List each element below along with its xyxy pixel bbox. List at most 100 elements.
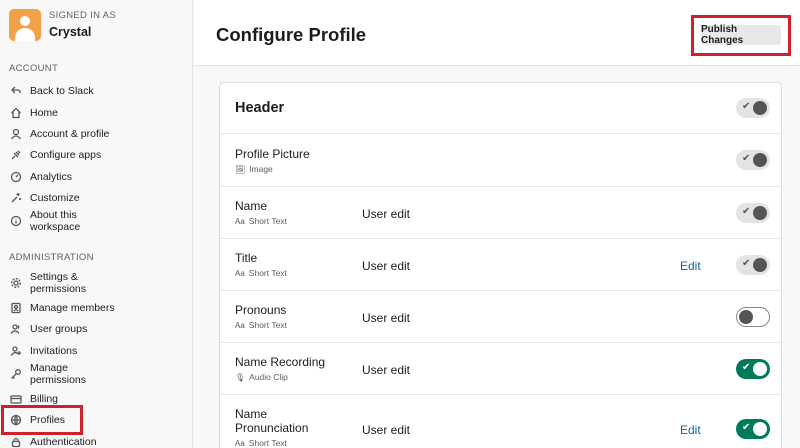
back-arrow-icon — [9, 84, 23, 98]
edit-field-link[interactable]: Edit — [680, 259, 701, 273]
field-type-label: Short Text — [248, 268, 287, 278]
field-toggle[interactable]: ✔ — [736, 359, 770, 379]
profiles-highlight-box — [1, 405, 83, 435]
user-name: Crystal — [49, 25, 92, 39]
account-section-title: ACCOUNT — [9, 63, 59, 74]
person-icon — [9, 127, 23, 141]
sidebar-item-label: Billing — [30, 393, 59, 405]
sidebar-item-invitations[interactable]: Invitations — [9, 344, 185, 358]
field-edit-mode: User edit — [362, 311, 411, 325]
sidebar-item-authentication[interactable]: Authentication — [9, 435, 185, 448]
field-row: Title Aa Short Text User edit Edit ✔ — [220, 239, 781, 291]
field-toggle[interactable]: ✔ — [736, 255, 770, 275]
check-icon: ✔ — [742, 206, 751, 217]
profile-fields-card: Header ✔ Profile Picture 🖼 Image ✔ Name … — [219, 82, 782, 448]
field-title: Name Pronunciation — [235, 407, 309, 435]
sidebar-item-label: Manage permissions — [30, 362, 87, 386]
gear-icon — [9, 276, 23, 290]
field-type-label: Image — [249, 164, 273, 174]
field-row: Pronouns Aa Short Text User edit — [220, 291, 781, 343]
sidebar: SIGNED IN AS Crystal ACCOUNT Back to Sla… — [0, 0, 193, 448]
sidebar-item-label: Analytics — [30, 171, 73, 183]
field-edit-mode: User edit — [362, 207, 411, 221]
edit-field-link[interactable]: Edit — [680, 423, 701, 437]
info-icon — [9, 214, 23, 228]
field-toggle[interactable] — [736, 307, 770, 327]
sidebar-item-settings-permissions[interactable]: Settings & permissions — [9, 271, 185, 295]
group-icon — [9, 322, 23, 336]
sidebar-item-label: About this workspace — [30, 209, 81, 233]
section-title: Header — [235, 100, 285, 116]
field-row: Name Pronunciation Aa Short Text User ed… — [220, 395, 781, 448]
user-info: SIGNED IN AS Crystal — [9, 9, 116, 41]
sidebar-item-about-workspace[interactable]: About this workspace — [9, 209, 185, 233]
sidebar-item-back-to-slack[interactable]: Back to Slack — [9, 84, 185, 98]
field-toggle[interactable]: ✔ — [736, 203, 770, 223]
main-content: Configure Profile Publish Changes Header… — [194, 0, 800, 448]
publish-highlight-box — [691, 15, 791, 56]
sidebar-item-label: Authentication — [30, 436, 97, 448]
field-type: Aa Short Text — [235, 268, 287, 278]
check-icon: ✔ — [742, 101, 751, 112]
text-aa-icon: Aa — [235, 268, 245, 278]
add-person-icon — [9, 344, 23, 358]
home-icon — [9, 106, 23, 120]
sidebar-item-account-profile[interactable]: Account & profile — [9, 127, 185, 141]
field-type-label: Short Text — [248, 216, 287, 226]
section-header-row: Header ✔ — [220, 83, 781, 134]
field-type-label: Short Text — [248, 438, 287, 448]
field-type: 🖼 Image — [235, 164, 273, 174]
field-type: Aa Short Text — [235, 438, 287, 448]
sidebar-item-label: Settings & permissions — [30, 271, 87, 295]
text-aa-icon: Aa — [235, 216, 245, 226]
field-row: Name Recording 🎙 Audio Clip User edit ✔ — [220, 343, 781, 395]
text-aa-icon: Aa — [235, 320, 245, 330]
administration-section-title: ADMINISTRATION — [9, 252, 94, 263]
sidebar-item-label: Back to Slack — [30, 85, 94, 97]
field-row: Profile Picture 🖼 Image ✔ — [220, 134, 781, 187]
sidebar-item-label: Home — [30, 107, 59, 119]
sparkle-icon — [9, 191, 23, 205]
top-bar: Configure Profile Publish Changes — [194, 0, 800, 66]
sidebar-item-home[interactable]: Home — [9, 106, 185, 120]
lock-icon — [9, 435, 23, 448]
field-edit-mode: User edit — [362, 423, 411, 437]
sidebar-item-configure-apps[interactable]: Configure apps — [9, 148, 185, 162]
image-icon: 🖼 — [235, 164, 246, 174]
field-title: Name Recording — [235, 355, 326, 369]
field-title: Profile Picture — [235, 147, 310, 161]
field-title: Title — [235, 251, 258, 265]
signed-in-label: SIGNED IN AS — [49, 10, 116, 21]
field-title: Name — [235, 199, 268, 213]
field-type-label: Short Text — [248, 320, 287, 330]
sidebar-item-manage-members[interactable]: Manage members — [9, 301, 185, 315]
sidebar-item-billing[interactable]: Billing — [9, 392, 185, 406]
text-aa-icon: Aa — [235, 438, 245, 448]
field-toggle[interactable]: ✔ — [736, 150, 770, 170]
member-list-icon — [9, 301, 23, 315]
section-toggle[interactable]: ✔ — [736, 98, 770, 118]
sidebar-item-label: Invitations — [30, 345, 78, 357]
sidebar-item-label: Configure apps — [30, 149, 102, 161]
sidebar-item-label: Account & profile — [30, 128, 110, 140]
sidebar-item-manage-permissions[interactable]: Manage permissions — [9, 362, 185, 386]
gauge-icon — [9, 170, 23, 184]
check-icon: ✔ — [742, 362, 751, 373]
check-icon: ✔ — [742, 422, 751, 433]
page-title: Configure Profile — [216, 24, 367, 45]
sidebar-item-customize[interactable]: Customize — [9, 191, 185, 205]
check-icon: ✔ — [742, 258, 751, 269]
sidebar-item-label: User groups — [30, 323, 88, 335]
field-title: Pronouns — [235, 303, 287, 317]
field-edit-mode: User edit — [362, 363, 411, 377]
card-icon — [9, 392, 23, 406]
sidebar-item-analytics[interactable]: Analytics — [9, 170, 185, 184]
avatar[interactable] — [9, 9, 41, 41]
field-edit-mode: User edit — [362, 259, 411, 273]
field-toggle[interactable]: ✔ — [736, 419, 770, 439]
sidebar-item-user-groups[interactable]: User groups — [9, 322, 185, 336]
field-type: Aa Short Text — [235, 320, 287, 330]
microphone-icon: 🎙 — [235, 372, 246, 382]
field-type: 🎙 Audio Clip — [235, 372, 288, 382]
field-row: Name Aa Short Text User edit ✔ — [220, 187, 781, 239]
